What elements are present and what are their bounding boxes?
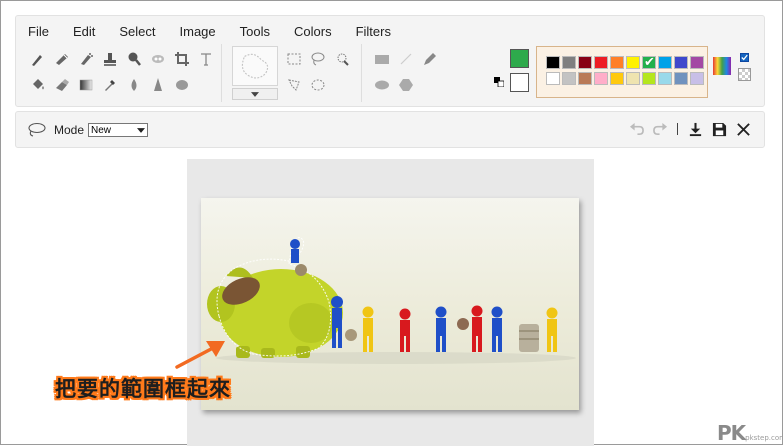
brush-icon[interactable] <box>26 46 50 72</box>
save-button[interactable] <box>710 120 728 138</box>
download-icon <box>689 122 701 136</box>
menu-select[interactable]: Select <box>107 22 167 42</box>
divider <box>361 44 362 102</box>
pencil-icon[interactable] <box>50 46 74 72</box>
line-icon[interactable] <box>394 46 418 72</box>
text-icon[interactable] <box>194 46 218 72</box>
close-icon <box>736 122 750 136</box>
menu-bar: File Edit Select Image Tools Colors Filt… <box>28 22 403 42</box>
chevron-down-icon <box>137 127 145 133</box>
smudge-icon[interactable] <box>146 46 170 72</box>
palette-swatch[interactable] <box>690 56 704 69</box>
piggy-bank-scene <box>207 237 576 364</box>
undo-icon <box>629 122 644 135</box>
color-palette: ✔ <box>536 46 708 98</box>
divider <box>221 44 222 102</box>
watermark-site: pkstep.com <box>745 434 783 442</box>
mode-select-value: New <box>91 124 112 136</box>
chevron-down-icon <box>251 91 259 97</box>
magic-wand-icon[interactable] <box>330 46 354 72</box>
lasso-icon[interactable] <box>306 46 330 72</box>
palette-row: ✔ <box>546 54 707 69</box>
palette-swatch[interactable] <box>578 56 592 69</box>
crop-icon[interactable] <box>170 46 194 72</box>
download-button[interactable] <box>686 120 704 138</box>
menu-colors[interactable]: Colors <box>282 22 344 42</box>
sharpen-icon[interactable] <box>146 72 170 98</box>
redo-button[interactable] <box>651 120 669 138</box>
tool-options-bar: Mode New <box>15 111 765 148</box>
menu-file[interactable]: File <box>28 22 61 42</box>
palette-swatch[interactable] <box>642 72 656 85</box>
menu-image[interactable]: Image <box>168 22 228 42</box>
preview-dropdown-button[interactable] <box>232 88 278 100</box>
toolbar-panel: File Edit Select Image Tools Colors Filt… <box>15 15 765 107</box>
checkbox[interactable] <box>740 53 749 62</box>
palette-swatch[interactable] <box>658 56 672 69</box>
gradient-icon[interactable] <box>74 72 98 98</box>
palette-swatch[interactable] <box>594 56 608 69</box>
swap-colors-icon[interactable] <box>494 74 505 88</box>
rectangle-icon[interactable] <box>370 46 394 72</box>
color-picker-icon[interactable] <box>98 72 122 98</box>
palette-row <box>546 72 707 85</box>
polygon-select-icon[interactable] <box>282 72 306 98</box>
undo-button[interactable] <box>627 120 645 138</box>
palette-swatch[interactable] <box>610 72 624 85</box>
palette-swatch[interactable] <box>562 56 576 69</box>
fill-bucket-icon[interactable] <box>26 72 50 98</box>
mode-select[interactable]: New <box>88 123 148 137</box>
ellipse-icon[interactable] <box>370 72 394 98</box>
background-color-swatch[interactable] <box>510 73 529 92</box>
pen-icon[interactable] <box>418 46 442 72</box>
palette-swatch[interactable] <box>610 56 624 69</box>
palette-swatch[interactable] <box>546 56 560 69</box>
airbrush-icon[interactable] <box>74 46 98 72</box>
polygon-icon[interactable] <box>394 72 418 98</box>
app-window: File Edit Select Image Tools Colors Filt… <box>0 0 783 446</box>
check-icon: ✔ <box>644 54 655 69</box>
selection-tools <box>282 46 354 98</box>
eraser-icon[interactable] <box>50 72 74 98</box>
menu-filters[interactable]: Filters <box>344 22 403 42</box>
shape-tools <box>370 46 442 98</box>
lasso-icon <box>28 122 46 137</box>
mode-label: Mode <box>54 123 85 137</box>
save-icon <box>712 122 726 136</box>
magnifier-icon[interactable] <box>122 46 146 72</box>
check-icon <box>741 54 748 61</box>
watermark-logo: PKpkstep.com <box>717 421 783 445</box>
palette-swatch[interactable] <box>674 56 688 69</box>
palette-swatch[interactable] <box>626 72 640 85</box>
right-toolbar <box>627 120 752 138</box>
blob-icon[interactable] <box>170 72 194 98</box>
palette-swatch[interactable] <box>674 72 688 85</box>
palette-swatch[interactable]: ✔ <box>642 54 656 69</box>
redo-icon <box>652 122 667 135</box>
palette-swatch[interactable] <box>658 72 672 85</box>
ellipse-select-icon[interactable] <box>306 72 330 98</box>
palette-swatch[interactable] <box>626 56 640 69</box>
rect-select-icon[interactable] <box>282 46 306 72</box>
palette-swatch[interactable] <box>562 72 576 85</box>
divider <box>677 123 678 135</box>
transparency-icon[interactable] <box>738 68 751 81</box>
drawing-tools <box>26 46 242 98</box>
annotation-arrow-icon <box>175 341 225 369</box>
foreground-color-swatch[interactable] <box>510 49 529 68</box>
drop-icon[interactable] <box>122 72 146 98</box>
stamp-icon[interactable] <box>98 46 122 72</box>
menu-tools[interactable]: Tools <box>228 22 282 42</box>
canvas-image[interactable] <box>201 198 579 410</box>
menu-edit[interactable]: Edit <box>61 22 107 42</box>
brush-shape-preview[interactable] <box>232 46 278 86</box>
palette-swatch[interactable] <box>594 72 608 85</box>
watermark-brand: PK <box>717 421 746 445</box>
palette-swatch[interactable] <box>690 72 704 85</box>
palette-swatch[interactable] <box>578 72 592 85</box>
close-button[interactable] <box>734 120 752 138</box>
color-spectrum-icon[interactable] <box>713 57 731 75</box>
palette-swatch[interactable] <box>546 72 560 85</box>
annotation-caption: 把要的範圍框起來 <box>55 377 231 401</box>
